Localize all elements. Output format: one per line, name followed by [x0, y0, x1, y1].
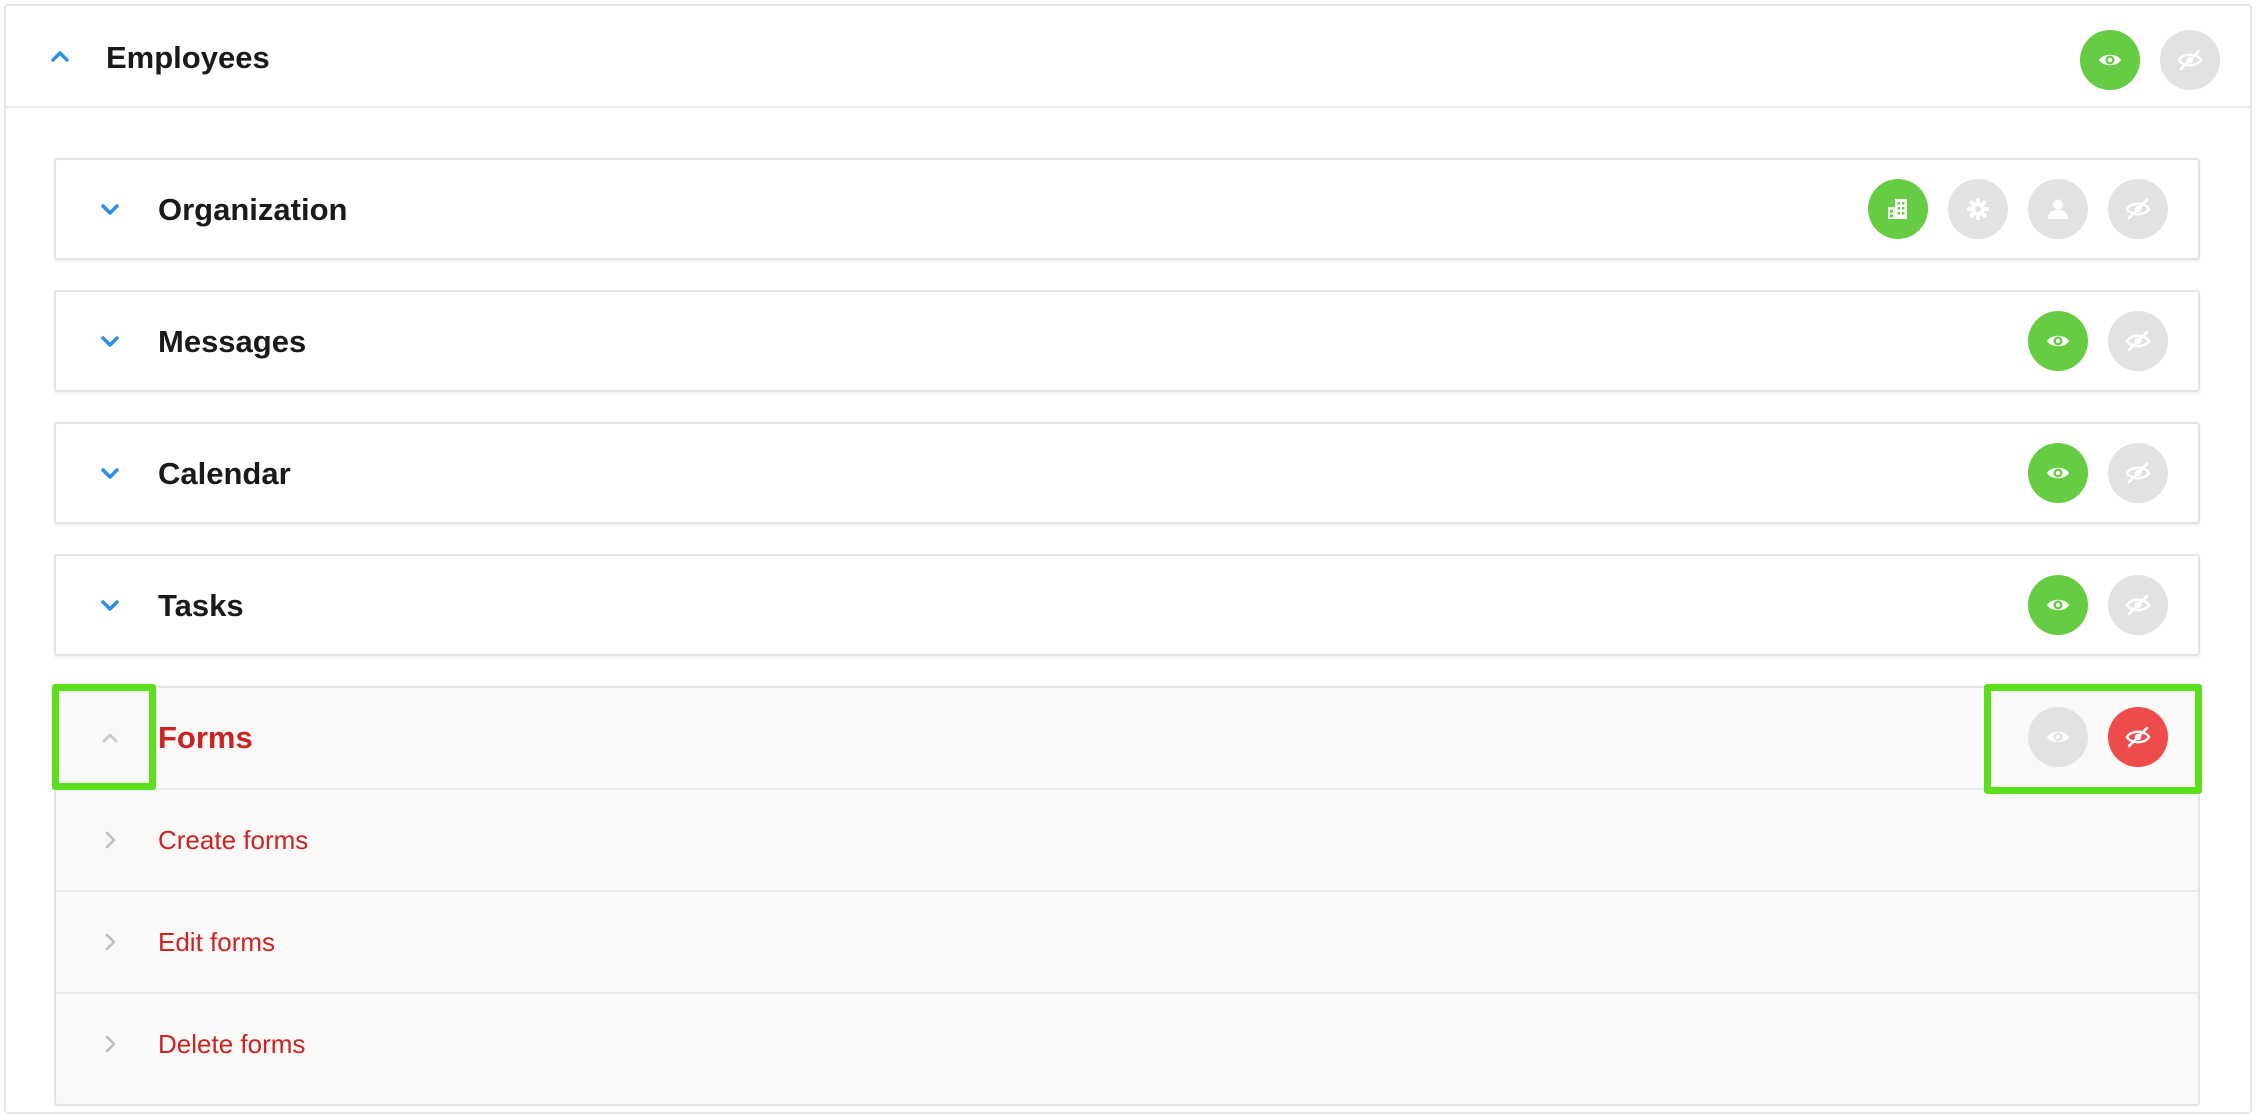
forms-actions	[2028, 707, 2168, 767]
section-title: Tasks	[158, 588, 244, 623]
eye-icon	[2097, 47, 2123, 73]
organization-scope-button[interactable]	[1868, 179, 1928, 239]
tasks-allow-button[interactable]	[2028, 575, 2088, 635]
section-title: Messages	[158, 324, 307, 359]
forms-header[interactable]: Forms	[56, 688, 2198, 790]
organization-actions	[1868, 179, 2168, 239]
calendar-allow-button[interactable]	[2028, 443, 2088, 503]
forms-item-label: Edit forms	[158, 927, 276, 957]
eye-off-icon	[2125, 328, 2151, 354]
messages-deny-button[interactable]	[2108, 311, 2168, 371]
forms-item-edit[interactable]: Edit forms	[56, 892, 2198, 994]
organization-settings-button[interactable]	[1948, 179, 2008, 239]
forms-item-create[interactable]: Create forms	[56, 790, 2198, 892]
tasks-actions	[2028, 575, 2168, 635]
chevron-right-icon[interactable]	[98, 1032, 122, 1056]
messages-allow-button[interactable]	[2028, 311, 2088, 371]
chevron-down-icon[interactable]	[96, 460, 124, 488]
section-title: Forms	[158, 720, 253, 755]
section-tasks[interactable]: Tasks	[54, 554, 2200, 656]
eye-off-icon	[2125, 196, 2151, 222]
employees-allow-button[interactable]	[2080, 30, 2140, 90]
eye-icon	[2045, 592, 2071, 618]
eye-off-icon	[2177, 47, 2203, 73]
forms-allow-button[interactable]	[2028, 707, 2088, 767]
chevron-down-icon[interactable]	[96, 328, 124, 356]
eye-icon	[2045, 460, 2071, 486]
section-title: Organization	[158, 192, 348, 227]
eye-off-icon	[2125, 724, 2151, 750]
calendar-actions	[2028, 443, 2168, 503]
section-forms: Forms Create forms Edit forms Delete for…	[54, 686, 2200, 1106]
messages-actions	[2028, 311, 2168, 371]
eye-icon	[2045, 724, 2071, 750]
section-calendar[interactable]: Calendar	[54, 422, 2200, 524]
chevron-up-icon[interactable]	[46, 42, 74, 70]
forms-item-delete[interactable]: Delete forms	[56, 994, 2198, 1096]
forms-item-label: Create forms	[158, 825, 309, 855]
section-title: Calendar	[158, 456, 291, 491]
chevron-right-icon[interactable]	[98, 930, 122, 954]
employees-header[interactable]: Employees	[6, 6, 2250, 108]
calendar-deny-button[interactable]	[2108, 443, 2168, 503]
tasks-deny-button[interactable]	[2108, 575, 2168, 635]
section-messages[interactable]: Messages	[54, 290, 2200, 392]
section-organization[interactable]: Organization	[54, 158, 2200, 260]
eye-off-icon	[2125, 592, 2151, 618]
chevron-right-icon[interactable]	[98, 828, 122, 852]
forms-item-label: Delete forms	[158, 1029, 306, 1059]
employees-title: Employees	[106, 40, 270, 75]
forms-deny-button[interactable]	[2108, 707, 2168, 767]
building-icon	[1885, 196, 1911, 222]
eye-icon	[2045, 328, 2071, 354]
eye-off-icon	[2125, 460, 2151, 486]
chevron-down-icon[interactable]	[96, 196, 124, 224]
organization-deny-button[interactable]	[2108, 179, 2168, 239]
user-icon	[2045, 196, 2071, 222]
gear-icon	[1965, 196, 1991, 222]
chevron-up-icon[interactable]	[96, 724, 124, 752]
organization-user-button[interactable]	[2028, 179, 2088, 239]
chevron-down-icon[interactable]	[96, 592, 124, 620]
employees-actions	[2080, 30, 2220, 90]
employees-deny-button[interactable]	[2160, 30, 2220, 90]
